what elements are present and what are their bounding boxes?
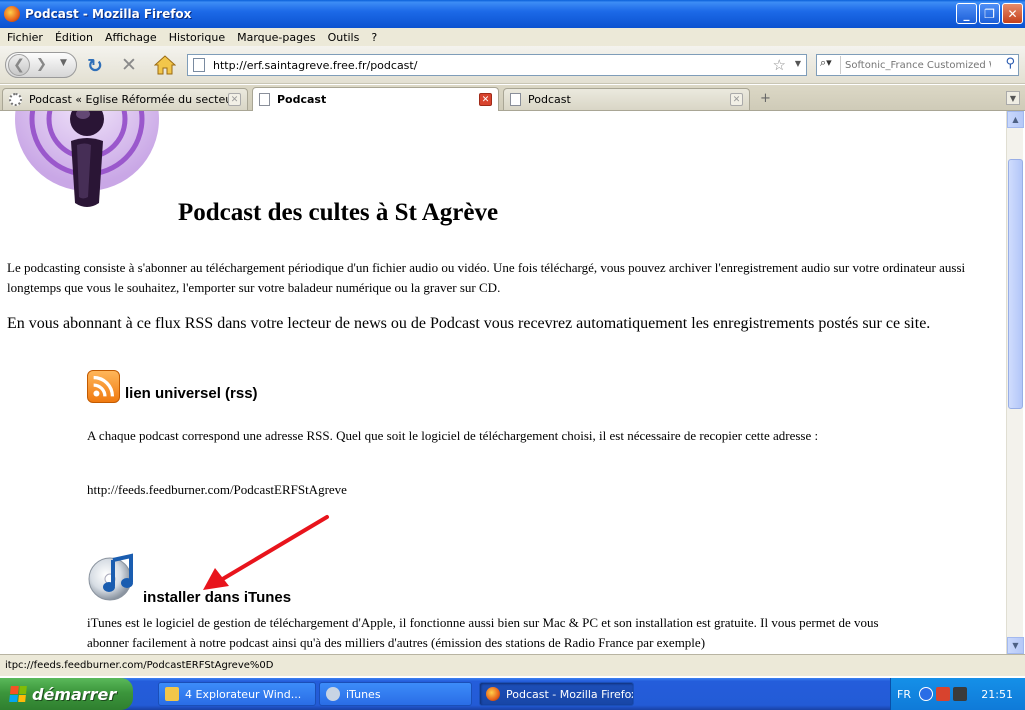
itunes-task-icon	[326, 687, 340, 701]
minimize-button[interactable]: _	[956, 3, 977, 24]
menu-affichage[interactable]: Affichage	[100, 31, 164, 44]
status-text: itpc://feeds.feedburner.com/PodcastERFSt…	[5, 660, 274, 671]
rss-heading[interactable]: lien universel (rss)	[125, 385, 258, 402]
menu-help[interactable]: ?	[366, 31, 384, 44]
clock: 21:51	[981, 687, 1013, 701]
url-input[interactable]	[213, 58, 753, 72]
tab-label: Podcast	[528, 93, 571, 106]
rss-paragraph: A chaque podcast correspond une adresse …	[87, 428, 819, 443]
tab-label: Podcast	[277, 93, 327, 106]
windows-logo-icon	[9, 686, 27, 702]
scroll-up-icon[interactable]: ▲	[1007, 111, 1024, 128]
tab-bar: Podcast « Eglise Réformée du secteur ...…	[0, 85, 1025, 111]
search-input[interactable]	[841, 59, 991, 71]
tab-podcast[interactable]: Podcast ✕	[503, 88, 750, 110]
forward-button[interactable]: ❯	[36, 57, 47, 72]
window-titlebar: Podcast - Mozilla Firefox _ ❐ ✕	[0, 0, 1025, 28]
start-label: démarrer	[32, 684, 117, 704]
status-bar: itpc://feeds.feedburner.com/PodcastERFSt…	[0, 654, 1025, 676]
tray-vm-icon[interactable]	[952, 687, 967, 701]
back-forward-group: ❮ ❯ ▼	[5, 52, 77, 78]
back-button[interactable]: ❮	[8, 54, 30, 76]
itunes-paragraph: iTunes est le logiciel de gestion de tél…	[87, 615, 879, 650]
menu-edition[interactable]: Édition	[50, 31, 100, 44]
taskbar-itunes[interactable]: iTunes	[319, 682, 472, 706]
folder-icon	[165, 687, 179, 701]
stop-icon[interactable]: ✕	[121, 54, 137, 76]
tab-close-icon[interactable]: ✕	[228, 93, 241, 106]
windows-taskbar: démarrer 4 Explorateur Wind... iTunes Po…	[0, 678, 1025, 710]
search-bar[interactable]: ⌕▾ ⚲	[816, 54, 1019, 76]
task-label: Podcast - Mozilla Firefox	[506, 687, 634, 701]
podcast-icon	[15, 111, 159, 207]
menu-historique[interactable]: Historique	[164, 31, 232, 44]
home-icon[interactable]	[154, 55, 176, 75]
tab-podcast-active[interactable]: Podcast ✕	[252, 87, 499, 111]
bookmark-star-icon[interactable]: ☆	[773, 56, 786, 74]
rss-icon[interactable]	[87, 370, 120, 403]
history-dropdown-icon[interactable]: ▼	[60, 58, 67, 68]
tray-arrow-icon[interactable]	[918, 687, 933, 701]
page-icon	[193, 58, 205, 72]
intro-paragraph: Le podcasting consiste à s'abonner au té…	[7, 260, 966, 295]
search-engine-icon[interactable]: ⌕▾	[817, 56, 841, 74]
page-title: Podcast des cultes à St Agrève	[178, 199, 499, 226]
tab-list-icon[interactable]: ▼	[1006, 91, 1020, 105]
restore-button[interactable]: ❐	[979, 3, 1000, 24]
tab-eglise[interactable]: Podcast « Eglise Réformée du secteur ...…	[2, 88, 248, 110]
vertical-scrollbar[interactable]: ▲ ▼	[1006, 111, 1024, 654]
tray-app-icon[interactable]	[935, 687, 950, 701]
taskbar-explorer[interactable]: 4 Explorateur Wind...	[158, 682, 316, 706]
reload-icon[interactable]: ↻	[87, 55, 103, 77]
menu-marque-pages[interactable]: Marque-pages	[232, 31, 322, 44]
taskbar-firefox[interactable]: Podcast - Mozilla Firefox	[479, 682, 634, 706]
system-tray: FR 21:51	[890, 678, 1025, 710]
itunes-icon[interactable]	[87, 552, 137, 602]
annotation-arrow	[203, 515, 329, 590]
page-content: Podcast des cultes à St Agrève Le podcas…	[0, 111, 1006, 654]
tab-close-icon[interactable]: ✕	[730, 93, 743, 106]
window-title: Podcast - Mozilla Firefox	[25, 7, 192, 21]
rss-lead-paragraph: En vous abonnant à ce flux RSS dans votr…	[7, 315, 931, 332]
menu-fichier[interactable]: Fichier	[2, 31, 50, 44]
task-label: iTunes	[346, 687, 381, 701]
page-icon	[259, 93, 270, 106]
menu-outils[interactable]: Outils	[323, 31, 367, 44]
navigation-toolbar: ❮ ❯ ▼ ↻ ✕ ☆ ▼ ⌕▾ ⚲	[0, 46, 1025, 84]
firefox-icon	[4, 6, 20, 22]
menu-bar: Fichier Édition Affichage Historique Mar…	[0, 28, 1025, 46]
task-label: 4 Explorateur Wind...	[185, 687, 302, 701]
url-dropdown-icon[interactable]: ▼	[795, 59, 801, 68]
scroll-down-icon[interactable]: ▼	[1007, 637, 1024, 654]
new-tab-icon[interactable]: +	[760, 91, 771, 106]
start-button[interactable]: démarrer	[0, 678, 133, 710]
language-indicator[interactable]: FR	[897, 688, 911, 701]
tab-close-icon[interactable]: ✕	[479, 93, 492, 106]
close-window-button[interactable]: ✕	[1002, 3, 1023, 24]
loading-icon	[9, 93, 22, 106]
scroll-thumb[interactable]	[1008, 159, 1023, 409]
search-go-icon[interactable]: ⚲	[1005, 56, 1015, 71]
window-controls: _ ❐ ✕	[956, 3, 1023, 24]
tab-label: Podcast « Eglise Réformée du secteur ...	[29, 93, 228, 106]
url-bar[interactable]: ☆ ▼	[187, 54, 807, 76]
firefox-task-icon	[486, 687, 500, 701]
feed-url: http://feeds.feedburner.com/PodcastERFSt…	[87, 482, 347, 497]
page-icon	[510, 93, 521, 106]
